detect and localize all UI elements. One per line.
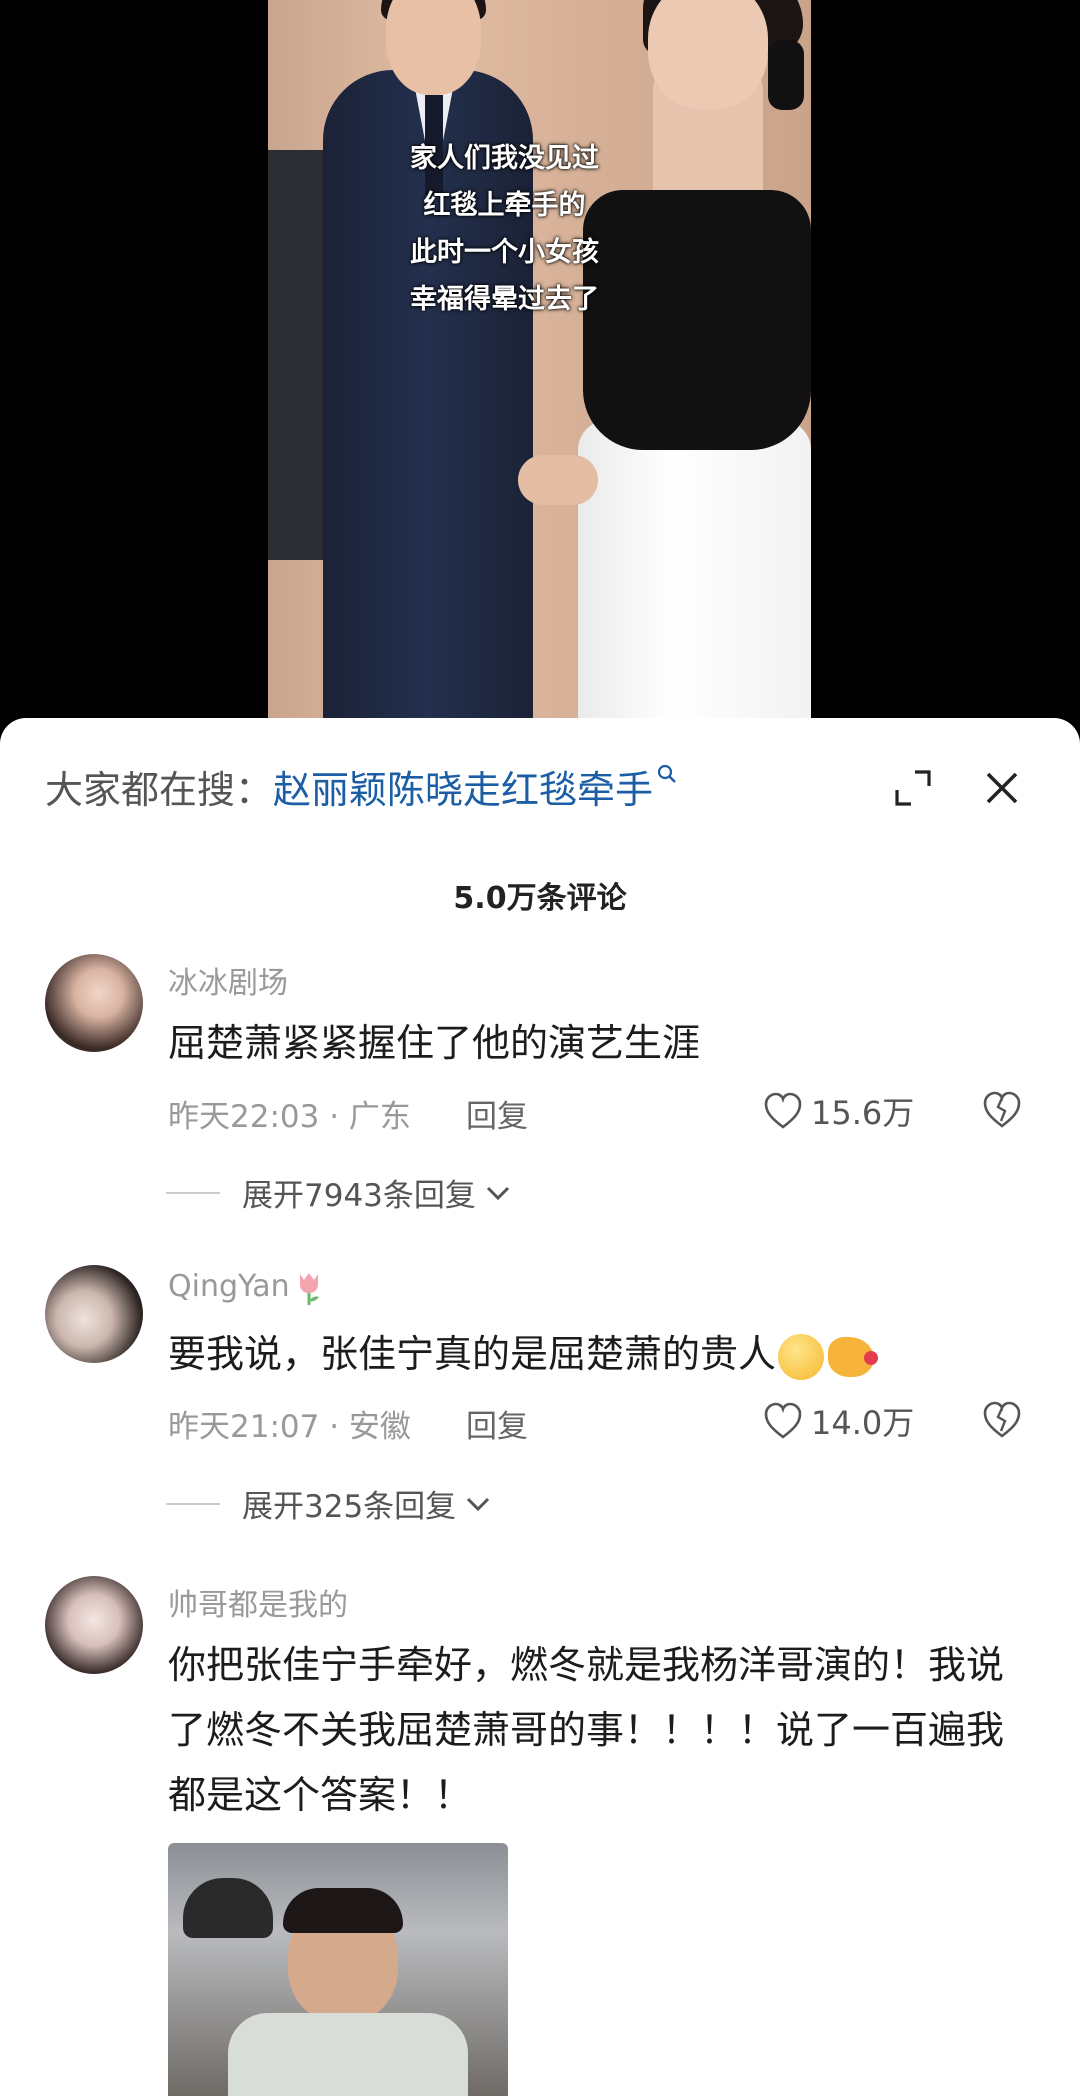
video-man-head bbox=[386, 0, 481, 95]
like-button[interactable]: 15.6万 bbox=[763, 1088, 914, 1134]
avatar[interactable] bbox=[45, 954, 143, 1052]
avatar[interactable] bbox=[45, 1576, 143, 1674]
like-button[interactable]: 14.0万 bbox=[763, 1398, 914, 1444]
heart-icon bbox=[764, 1092, 802, 1129]
comment-text: 你把张佳宁手牵好，燃冬就是我杨洋哥演的！我说了燃冬不关我屈楚萧哥的事！！！！说了… bbox=[168, 1643, 1005, 1817]
search-icon bbox=[657, 764, 677, 790]
like-count: 15.6万 bbox=[811, 1094, 915, 1132]
search-suggestion[interactable]: 大家都在搜： 赵丽颖陈晓走红毯牵手 bbox=[45, 758, 677, 814]
video-woman-head bbox=[648, 0, 768, 110]
comment-username-row[interactable]: QingYan bbox=[168, 1269, 324, 1306]
comment-text-row: 要我说，张佳宁真的是屈楚萧的贵人 bbox=[168, 1322, 1038, 1387]
reply-button[interactable]: 回复 bbox=[466, 1401, 528, 1446]
pointing-hand-emoji-icon bbox=[828, 1336, 879, 1377]
divider-line bbox=[166, 1502, 220, 1505]
expand-replies-button[interactable]: 展开7943条回复 bbox=[166, 1170, 512, 1215]
expand-replies-label: 展开7943条回复 bbox=[242, 1178, 476, 1214]
image-hair bbox=[283, 1888, 403, 1933]
comment-time-location: 昨天21:07 · 安徽 bbox=[168, 1409, 411, 1445]
tulip-icon bbox=[299, 1272, 319, 1305]
chevron-down-icon bbox=[486, 1186, 509, 1200]
video-held-hands bbox=[518, 455, 598, 505]
broken-heart-icon[interactable] bbox=[982, 1400, 1022, 1440]
caption-line: 红毯上牵手的 bbox=[423, 190, 586, 221]
comment-sheet: 大家都在搜： 赵丽颖陈晓走红毯牵手 5.0万条评论 bbox=[0, 718, 1080, 2096]
reply-button[interactable]: 回复 bbox=[466, 1091, 528, 1136]
caption-line: 此时一个小女孩 bbox=[410, 237, 599, 268]
like-count: 14.0万 bbox=[811, 1404, 915, 1442]
comment-username[interactable]: 冰冰剧场 bbox=[168, 958, 288, 1002]
comment-text: 要我说，张佳宁真的是屈楚萧的贵人 bbox=[168, 1332, 777, 1376]
comment-count-title: 5.0万条评论 bbox=[453, 881, 627, 916]
image-cap bbox=[183, 1878, 273, 1938]
divider-line bbox=[166, 1191, 220, 1194]
expand-icon[interactable] bbox=[893, 768, 933, 808]
video-player[interactable] bbox=[268, 0, 811, 740]
expand-replies-button[interactable]: 展开325条回复 bbox=[166, 1481, 492, 1526]
comment-image[interactable] bbox=[168, 1843, 508, 2096]
video-hair-bow bbox=[768, 40, 804, 110]
heart-icon bbox=[764, 1402, 802, 1439]
search-term-link[interactable]: 赵丽颖陈晓走红毯牵手 bbox=[273, 759, 653, 814]
comment-text: 屈楚萧紧紧握住了他的演艺生涯 bbox=[168, 1021, 701, 1065]
close-icon[interactable] bbox=[982, 768, 1022, 808]
image-shirt bbox=[228, 2013, 468, 2096]
caption-line: 幸福得晕过去了 bbox=[410, 284, 599, 315]
chevron-down-icon bbox=[467, 1497, 490, 1511]
video-woman-skirt bbox=[578, 420, 811, 740]
smile-emoji-icon bbox=[778, 1333, 825, 1380]
comment-username: QingYan bbox=[168, 1269, 290, 1304]
comment-time-location: 昨天22:03 · 广东 bbox=[168, 1099, 411, 1135]
video-caption: 家人们我没见过 红毯上牵手的 此时一个小女孩 幸福得晕过去了 bbox=[268, 135, 811, 323]
comment-username[interactable]: 帅哥都是我的 bbox=[168, 1580, 348, 1624]
broken-heart-icon[interactable] bbox=[982, 1090, 1022, 1130]
expand-replies-label: 展开325条回复 bbox=[242, 1489, 457, 1525]
avatar[interactable] bbox=[45, 1265, 143, 1363]
search-prefix: 大家都在搜： bbox=[45, 767, 274, 812]
caption-line: 家人们我没见过 bbox=[410, 143, 599, 174]
